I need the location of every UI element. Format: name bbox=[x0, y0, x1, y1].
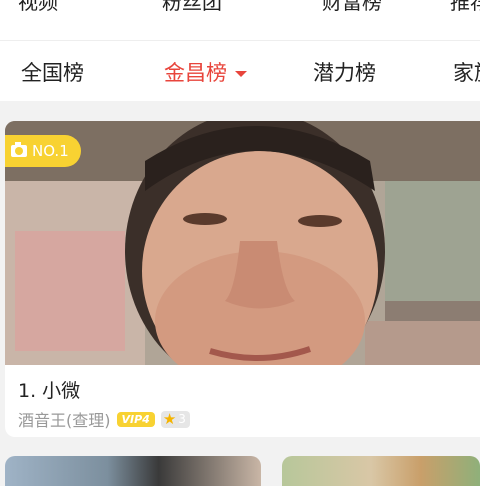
star-level-value: 3 bbox=[178, 412, 186, 426]
ranking-card-3[interactable] bbox=[282, 456, 480, 486]
rank-badge-label: NO.1 bbox=[32, 142, 69, 160]
top-nav-item[interactable]: 财富榜 bbox=[322, 0, 382, 15]
streamer-title: 酒音王(查理) bbox=[18, 411, 111, 430]
caret-down-icon[interactable] bbox=[235, 71, 247, 77]
camera-icon bbox=[11, 142, 27, 157]
top-nav-strip: 视频 粉丝团 财富榜 推荐 bbox=[0, 0, 480, 41]
streamer-photo[interactable]: NO.1 bbox=[5, 121, 480, 365]
tab-label: 潜力榜 bbox=[313, 61, 376, 85]
vip-badge: VIP4 bbox=[116, 411, 155, 427]
tab-label: 家族榜 bbox=[453, 61, 480, 85]
top-nav-item[interactable]: 视频 bbox=[18, 0, 58, 15]
top-nav-item[interactable]: 粉丝团 bbox=[162, 0, 222, 15]
tab-label: 全国榜 bbox=[21, 61, 84, 85]
streamer-meta: 酒音王(查理) VIP4 ★ 3 bbox=[18, 407, 190, 431]
star-icon: ★ bbox=[162, 409, 177, 428]
star-level-badge: ★ 3 bbox=[160, 409, 190, 428]
top-nav-item[interactable]: 推荐 bbox=[450, 0, 480, 15]
tab-label: 金昌榜 bbox=[164, 61, 227, 85]
tab-national[interactable]: 全国榜 bbox=[21, 57, 84, 87]
tab-potential[interactable]: 潜力榜 bbox=[313, 57, 376, 87]
ranking-tabs: 全国榜 金昌榜 潜力榜 家族榜 bbox=[0, 41, 480, 101]
tab-family[interactable]: 家族榜 bbox=[453, 57, 480, 87]
streamer-name: 1. 小微 bbox=[18, 380, 81, 402]
ranking-card-1[interactable]: NO.1 1. 小微 酒音王(查理) VIP4 ★ 3 bbox=[5, 121, 480, 437]
ranking-card-2[interactable] bbox=[5, 456, 261, 486]
rank-badge: NO.1 bbox=[5, 135, 81, 167]
tab-jinchang[interactable]: 金昌榜 bbox=[164, 57, 247, 87]
